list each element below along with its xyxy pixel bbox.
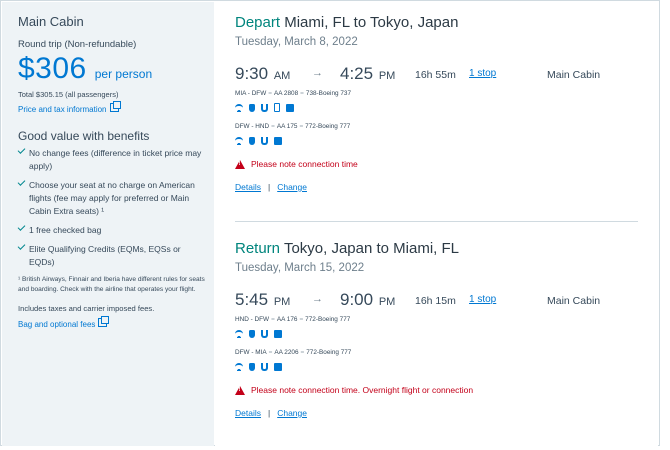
price-tax-link-row[interactable]: Price and tax information — [18, 99, 214, 117]
entertainment-icon — [274, 136, 282, 145]
amenities — [235, 329, 635, 338]
entertainment-icon — [274, 362, 282, 371]
depart-title: Depart Miami, FL to Tokyo, Japan — [235, 14, 635, 31]
direction-label: Return — [235, 240, 281, 257]
warning-icon — [235, 385, 245, 395]
amenities — [235, 103, 635, 112]
amenities — [235, 136, 635, 145]
power-icon — [249, 136, 255, 145]
segment-info: HND - DFW = AA 176 = 772-Boeing 777 — [235, 316, 351, 323]
connection-warning: Please note connection time — [235, 159, 635, 169]
cabin-class: Main Cabin — [547, 295, 601, 307]
fare-card: Main Cabin Round trip (Non-refundable) $… — [0, 0, 660, 446]
divider — [235, 221, 638, 222]
check-icon — [17, 178, 26, 186]
price-row: $306 per person — [18, 52, 214, 86]
stops-link[interactable]: 1 stop — [469, 68, 496, 79]
power-icon — [249, 362, 255, 371]
arrow-icon: → — [312, 67, 323, 79]
return-title: Return Tokyo, Japan to Miami, FL — [235, 240, 635, 257]
warning-icon — [235, 159, 245, 169]
details-link[interactable]: Details — [235, 408, 261, 418]
wifi-icon — [235, 103, 243, 112]
change-link[interactable]: Change — [277, 408, 307, 418]
details-link[interactable]: Details — [235, 182, 261, 192]
segment-info: DFW - HND = AA 175 = 772-Boeing 777 — [235, 123, 351, 130]
cabin-title: Main Cabin — [18, 14, 84, 29]
usb-icon — [261, 329, 268, 338]
flight-date: Tuesday, March 15, 2022 — [235, 262, 365, 274]
arrival-time: 4:25 PM — [340, 64, 396, 83]
fare-sidebar: Main Cabin Round trip (Non-refundable) $… — [2, 2, 214, 446]
duration: 16h 15m — [415, 295, 456, 307]
stops-link[interactable]: 1 stop — [469, 294, 496, 305]
check-icon — [17, 146, 26, 154]
wifi-icon — [235, 136, 243, 145]
flight-links: Details | Change — [235, 182, 307, 192]
departure-time: 5:45 PM — [235, 290, 291, 309]
departure-time: 9:30 AM — [235, 64, 291, 83]
flight-date: Tuesday, March 8, 2022 — [235, 36, 358, 48]
segment-info: MIA - DFW = AA 2808 = 738-Boeing 737 — [235, 90, 352, 97]
trip-type: Round trip (Non-refundable) — [18, 39, 137, 50]
power-icon — [249, 329, 255, 338]
entertainment-icon — [274, 329, 282, 338]
time-row: 9:30 AM → 4:25 PM 16h 55m 1 stop Main Ca… — [235, 64, 635, 88]
check-icon — [17, 242, 26, 250]
bag-fees-link[interactable]: Bag and optional fees — [18, 320, 95, 329]
price-tax-link[interactable]: Price and tax information — [18, 105, 107, 114]
connection-warning: Please note connection time. Overnight f… — [235, 385, 635, 395]
includes-fees: Includes taxes and carrier imposed fees. — [18, 304, 155, 313]
benefit-item: Choose your seat at no charge on America… — [17, 178, 203, 218]
amenities — [235, 362, 635, 371]
direction-label: Depart — [235, 14, 281, 31]
flight-links: Details | Change — [235, 408, 307, 418]
segment-info: DFW - MIA = AA 2206 = 772-Boeing 777 — [235, 349, 352, 356]
duration: 16h 55m — [415, 69, 456, 81]
arrow-icon: → — [312, 293, 323, 305]
change-link[interactable]: Change — [277, 182, 307, 192]
flight-details: Depart Miami, FL to Tokyo, Japan Tuesday… — [215, 2, 658, 446]
time-row: 5:45 PM → 9:00 PM 16h 15m 1 stop Main Ca… — [235, 290, 635, 314]
usb-icon — [261, 103, 268, 112]
usb-icon — [261, 136, 268, 145]
phone-icon — [274, 103, 280, 112]
price: $306 — [18, 52, 87, 85]
bag-fees-link-row[interactable]: Bag and optional fees — [18, 314, 214, 332]
wifi-icon — [235, 329, 243, 338]
benefit-item: Elite Qualifying Credits (EQMs, EQSs or … — [17, 242, 203, 269]
per-person: per person — [94, 67, 153, 81]
total-price: Total $305.15 (all passengers) — [18, 90, 119, 99]
benefit-item: 1 free checked bag — [17, 223, 203, 237]
usb-icon — [261, 362, 268, 371]
wifi-icon — [235, 362, 243, 371]
check-icon — [17, 223, 26, 231]
route-label: Miami, FL to Tokyo, Japan — [284, 14, 459, 31]
power-icon — [249, 103, 255, 112]
return-flight: Return Tokyo, Japan to Miami, FL Tuesday… — [235, 240, 635, 418]
footnote: ¹ British Airways, Finnair and Iberia ha… — [18, 276, 205, 293]
benefit-item: No change fees (difference in ticket pri… — [17, 146, 203, 173]
benefits-heading: Good value with benefits — [18, 129, 150, 143]
cabin-class: Main Cabin — [547, 69, 601, 81]
benefits-list: No change fees (difference in ticket pri… — [17, 146, 203, 269]
external-link-icon — [98, 316, 110, 328]
external-link-icon — [109, 101, 121, 113]
arrival-time: 9:00 PM — [340, 290, 396, 309]
route-label: Tokyo, Japan to Miami, FL — [283, 240, 460, 257]
entertainment-icon — [286, 103, 294, 112]
depart-flight: Depart Miami, FL to Tokyo, Japan Tuesday… — [235, 14, 635, 192]
